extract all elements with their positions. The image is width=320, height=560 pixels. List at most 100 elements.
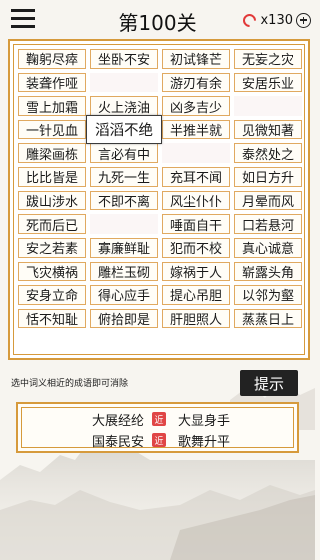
- idiom-cell[interactable]: 鞠躬尽瘁: [16, 47, 88, 71]
- pair-left: 国泰民安: [91, 435, 144, 450]
- idiom-cell-selected[interactable]: 滔滔不绝: [86, 114, 162, 145]
- idiom-text: 如日方升: [241, 171, 294, 187]
- matched-pairs-panel: 大展经纶 近 大显身手 国泰民安 近 歌舞升平: [16, 402, 299, 453]
- idiom-text: 泰然处之: [241, 147, 294, 163]
- idiom-text: 半推半就: [169, 124, 222, 140]
- empty-cell: [88, 212, 160, 236]
- idiom-cell[interactable]: 崭露头角: [232, 260, 304, 284]
- idiom-text: 安身立命: [25, 289, 78, 305]
- idiom-cell[interactable]: 犯而不校: [160, 236, 232, 260]
- idiom-text: 无妄之灾: [241, 53, 294, 69]
- idiom-cell[interactable]: 游刃有余: [160, 71, 232, 95]
- empty-cell: [160, 141, 232, 165]
- idiom-text: 提心吊胆: [169, 289, 222, 305]
- idiom-cell[interactable]: 半推半就: [160, 118, 232, 142]
- hint-button[interactable]: 提示: [240, 370, 298, 396]
- idiom-cell[interactable]: 不即不离: [88, 189, 160, 213]
- idiom-text: 安之若素: [25, 242, 78, 258]
- idiom-grid: 鞠躬尽瘁 坐卧不安 初试锋芒 无妄之灾装聋作哑 游刃有余 安居乐业雪上加霜 火上浇油 凶多吉少…: [16, 47, 304, 354]
- idiom-text: 九死一生: [97, 171, 150, 187]
- idiom-board: 鞠躬尽瘁 坐卧不安 初试锋芒 无妄之灾装聋作哑 游刃有余 安居乐业雪上加霜 火上浇油 凶多吉少…: [8, 39, 310, 360]
- idiom-cell[interactable]: 口若悬河: [232, 212, 304, 236]
- coin-count: x130: [260, 12, 293, 28]
- idiom-cell[interactable]: 如日方升: [232, 165, 304, 189]
- idiom-cell[interactable]: 飞灾横祸: [16, 260, 88, 284]
- idiom-text: 死而后已: [25, 218, 78, 234]
- idiom-cell[interactable]: 提心吊胆: [160, 283, 232, 307]
- idiom-cell[interactable]: 恬不知耻: [16, 307, 88, 331]
- idiom-cell[interactable]: 无妄之灾: [232, 47, 304, 71]
- idiom-text: 安居乐业: [241, 76, 294, 92]
- idiom-cell[interactable]: 雕栏玉砌: [88, 260, 160, 284]
- idiom-cell[interactable]: 见微知著: [232, 118, 304, 142]
- idiom-text: 唾面自干: [169, 218, 222, 234]
- add-coins-icon[interactable]: [296, 12, 311, 28]
- idiom-text: 雕栏玉砌: [97, 265, 150, 281]
- idiom-cell[interactable]: 跋山涉水: [16, 189, 88, 213]
- idiom-cell[interactable]: 雪上加霜: [16, 94, 88, 118]
- idiom-cell[interactable]: 嫁祸于人: [160, 260, 232, 284]
- idiom-text: 见微知著: [241, 124, 294, 140]
- idiom-text: 飞灾横祸: [25, 265, 78, 281]
- idiom-cell[interactable]: 安身立命: [16, 283, 88, 307]
- idiom-text: 风尘仆仆: [169, 194, 222, 210]
- idiom-text: 以邻为壑: [241, 289, 294, 305]
- idiom-cell[interactable]: 俯拾即是: [88, 307, 160, 331]
- idiom-text: 得心应手: [97, 289, 150, 305]
- idiom-cell[interactable]: 风尘仆仆: [160, 189, 232, 213]
- idiom-cell[interactable]: 泰然处之: [232, 141, 304, 165]
- idiom-text: 崭露头角: [241, 265, 294, 281]
- idiom-cell[interactable]: 蒸蒸日上: [232, 307, 304, 331]
- idiom-text: 鞠躬尽瘁: [25, 53, 78, 69]
- idiom-cell[interactable]: 安之若素: [16, 236, 88, 260]
- idiom-text: 俯拾即是: [97, 313, 150, 329]
- idiom-text: 恬不知耻: [25, 313, 78, 329]
- idiom-cell[interactable]: 比比皆是: [16, 165, 88, 189]
- instruction-text: 选中词义相近的成语即可消除: [11, 379, 129, 389]
- idiom-text: 嫁祸于人: [169, 265, 222, 281]
- idiom-text: 月晕而风: [241, 194, 294, 210]
- idiom-text: 寡廉鲜耻: [97, 242, 150, 258]
- idiom-text: 跋山涉水: [25, 194, 78, 210]
- idiom-text: 肝胆照人: [169, 313, 222, 329]
- idiom-text: 不即不离: [97, 194, 150, 210]
- idiom-cell[interactable]: 初试锋芒: [160, 47, 232, 71]
- idiom-text: 凶多吉少: [169, 100, 222, 116]
- idiom-text: 一针见血: [25, 124, 78, 140]
- idiom-cell[interactable]: 九死一生: [88, 165, 160, 189]
- idiom-text: 滔滔不绝: [95, 123, 153, 140]
- idiom-text: 蒸蒸日上: [241, 313, 294, 329]
- idiom-cell[interactable]: 言必有中: [88, 141, 160, 165]
- idiom-cell[interactable]: 唾面自干: [160, 212, 232, 236]
- idiom-cell[interactable]: 真心诚意: [232, 236, 304, 260]
- idiom-cell[interactable]: 以邻为壑: [232, 283, 304, 307]
- coin-icon: [240, 10, 260, 30]
- idiom-cell[interactable]: 安居乐业: [232, 71, 304, 95]
- idiom-cell[interactable]: 坐卧不安: [88, 47, 160, 71]
- idiom-cell[interactable]: 肝胆照人: [160, 307, 232, 331]
- idiom-text: 雕梁画栋: [25, 147, 78, 163]
- idiom-text: 初试锋芒: [169, 53, 222, 69]
- idiom-text: 比比皆是: [25, 171, 78, 187]
- idiom-text: 雪上加霜: [25, 100, 78, 116]
- top-bar: 第100关 x130: [0, 0, 315, 40]
- idiom-text: 火上浇油: [97, 100, 150, 116]
- pair-right: 大显身手: [178, 414, 231, 429]
- idiom-cell[interactable]: 月晕而风: [232, 189, 304, 213]
- idiom-cell[interactable]: 寡廉鲜耻: [88, 236, 160, 260]
- idiom-text: 坐卧不安: [97, 53, 150, 69]
- idiom-cell[interactable]: 得心应手: [88, 283, 160, 307]
- idiom-cell[interactable]: 一针见血: [16, 118, 88, 142]
- idiom-cell[interactable]: 雕梁画栋: [16, 141, 88, 165]
- idiom-cell[interactable]: 死而后已: [16, 212, 88, 236]
- matched-pair: 国泰民安 近 歌舞升平: [18, 431, 297, 450]
- pair-left: 大展经纶: [91, 414, 144, 429]
- idiom-text: 犯而不校: [169, 242, 222, 258]
- idiom-cell[interactable]: 凶多吉少: [160, 94, 232, 118]
- coin-counter: x130: [240, 10, 311, 30]
- idiom-cell[interactable]: 装聋作哑: [16, 71, 88, 95]
- idiom-text: 装聋作哑: [25, 76, 78, 92]
- empty-cell: [88, 71, 160, 95]
- pair-right: 歌舞升平: [178, 435, 231, 450]
- idiom-cell[interactable]: 充耳不闻: [160, 165, 232, 189]
